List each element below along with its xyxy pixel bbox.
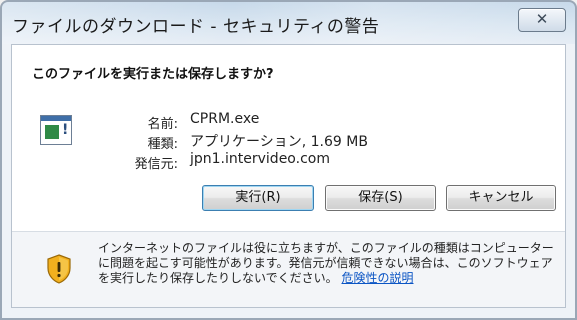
dialog-body: このファイルを実行または保存しますか? ! 名前: CPRM.exe 種類: ア… [11,44,566,308]
type-value: アプリケーション, 1.69 MB [190,134,368,150]
security-warning-dialog: ファイルのダウンロード - セキュリティの警告 ✕ このファイルを実行または保存… [0,0,577,320]
from-label: 発信元: [134,157,178,172]
executable-file-icon: ! [40,115,72,145]
title-bar[interactable]: ファイルのダウンロード - セキュリティの警告 ✕ [2,2,575,44]
close-button[interactable]: ✕ [518,8,566,32]
risk-explanation-link[interactable]: 危険性の説明 [341,271,413,285]
name-label: 名前: [147,117,178,132]
close-icon: ✕ [535,10,549,28]
warning-message: インターネットのファイルは役に立ちますが、このファイルの種類はコンピューターに問… [98,241,554,286]
warning-text: インターネットのファイルは役に立ちますが、このファイルの種類はコンピューターに問… [98,241,554,285]
window-title: ファイルのダウンロード - セキュリティの警告 [12,17,380,37]
name-value: CPRM.exe [190,111,260,127]
question-heading: このファイルを実行または保存しますか? [32,67,274,82]
from-value: jpn1.intervideo.com [190,151,330,167]
save-button[interactable]: 保存(S) [325,185,436,211]
type-label: 種類: [147,137,178,152]
run-button[interactable]: 実行(R) [202,185,314,211]
cancel-button[interactable]: キャンセル [446,185,556,211]
shield-warning-icon [47,254,71,284]
